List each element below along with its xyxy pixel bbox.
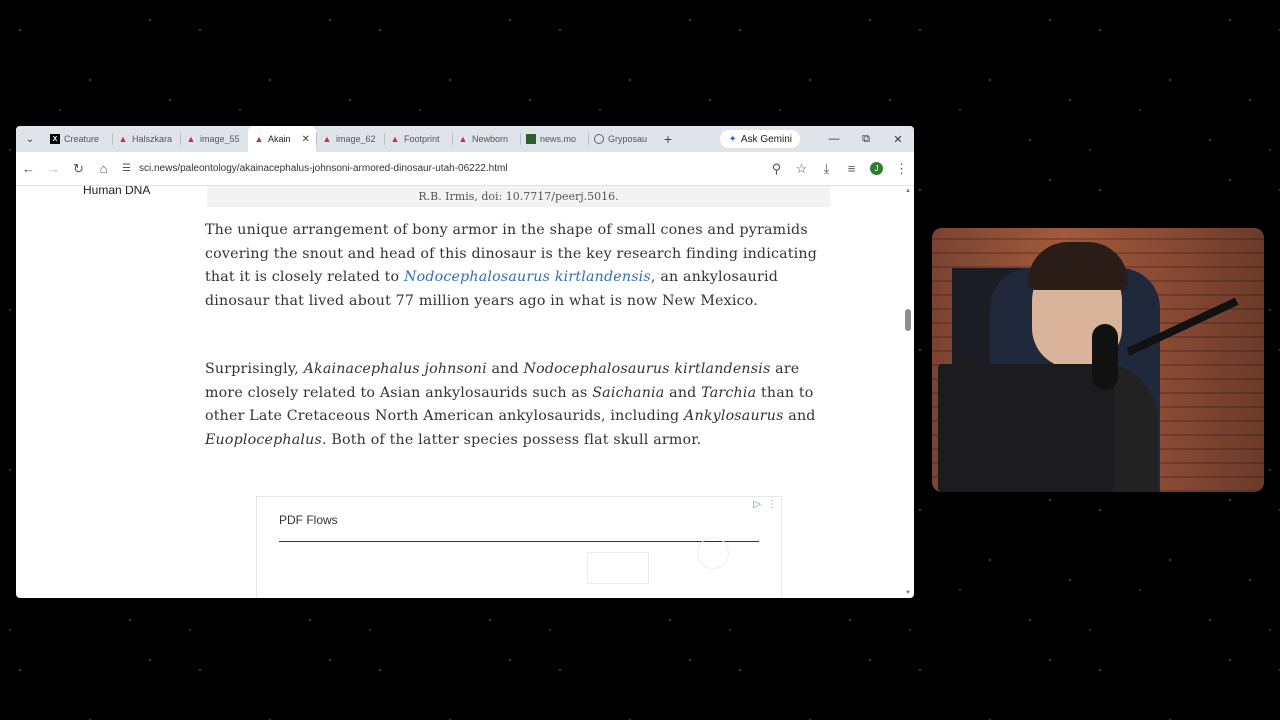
browser-toolbar: ← → ↻ ⌂ ☰ sci.news/paleontology/akainace… <box>16 152 914 186</box>
news-image-icon <box>526 134 536 144</box>
tab-title: image_62 <box>336 134 376 144</box>
species-name: Nodocephalosaurus kirtlandensis <box>523 361 771 377</box>
article-paragraph-1: The unique arrangement of bony armor in … <box>205 219 835 313</box>
ad-menu-icon[interactable]: ⋮ <box>767 499 777 510</box>
species-name: Ankylosaurus <box>684 408 784 425</box>
browser-window: ⌄ X Creature ▲ Halszkara ▲ image_55 ▲ Ak… <box>16 126 914 598</box>
paragraph-text: and <box>664 384 702 401</box>
sci-news-icon: ▲ <box>322 134 332 144</box>
ad-choices[interactable]: ▷ ⋮ <box>753 499 777 510</box>
figure-caption-text: R.B. Irmis, doi: 10.7717/peerj.5016. <box>418 190 619 203</box>
species-name: Tarchia <box>701 384 757 401</box>
zoom-icon[interactable]: ⚲ <box>764 161 789 177</box>
paragraph-text: . Both of the latter species possess fla… <box>321 431 702 448</box>
ad-graphic <box>697 537 729 569</box>
ask-gemini-button[interactable]: ✦ Ask Gemini <box>720 130 800 148</box>
tab-title: Footprint <box>404 134 440 144</box>
menu-kebab-icon[interactable]: ⋮ <box>889 161 914 177</box>
tab-title: Creature <box>64 134 100 144</box>
ask-gemini-label: Ask Gemini <box>740 133 792 145</box>
sci-news-icon: ▲ <box>118 134 128 144</box>
sci-news-icon: ▲ <box>186 134 196 144</box>
sci-news-icon: ▲ <box>390 134 400 144</box>
toolbar-actions: ⚲ ☆ ⤓ ≡ J ⋮ <box>764 161 914 177</box>
globe-icon <box>594 134 604 144</box>
tab-creature[interactable]: X Creature <box>44 126 112 152</box>
ad-divider <box>279 541 759 542</box>
close-window-icon[interactable]: ✕ <box>882 133 914 146</box>
nodocephalosaurus-link[interactable]: Nodocephalosaurus kirtlandensis <box>404 269 651 285</box>
tab-halszkara[interactable]: ▲ Halszkara <box>112 126 180 152</box>
sci-news-icon: ▲ <box>254 134 264 144</box>
bookmark-star-icon[interactable]: ☆ <box>789 161 814 177</box>
x-logo-icon: X <box>50 134 60 144</box>
species-name: Akainacephalus johnsoni <box>303 361 487 377</box>
tab-title: Akain <box>268 134 291 144</box>
close-tab-icon[interactable]: ✕ <box>302 134 310 145</box>
reading-list-icon[interactable]: ≡ <box>839 161 864 176</box>
monitor <box>938 364 1114 492</box>
page-content: Human DNA R.B. Irmis, doi: 10.7717/peerj… <box>16 186 914 598</box>
tab-search-dropdown-icon[interactable]: ⌄ <box>16 134 44 145</box>
url-text: sci.news/paleontology/akainacephalus-joh… <box>138 163 508 174</box>
tab-image-55[interactable]: ▲ image_55 <box>180 126 248 152</box>
tab-image-62[interactable]: ▲ image_62 <box>316 126 384 152</box>
tab-gryposau[interactable]: Gryposau <box>588 126 656 152</box>
webcam-overlay <box>932 228 1264 492</box>
advertisement-box[interactable]: PDF Flows ▷ ⋮ <box>256 496 782 598</box>
tab-title: Halszkara <box>132 134 173 144</box>
tab-title: image_55 <box>200 134 240 144</box>
ad-title: PDF Flows <box>279 513 338 527</box>
paragraph-text: and <box>486 361 524 377</box>
scrollbar-thumb[interactable] <box>905 309 911 331</box>
ad-play-icon[interactable]: ▷ <box>753 499 761 510</box>
tab-akain-active[interactable]: ▲ Akain ✕ <box>248 126 316 152</box>
paragraph-text: Surprisingly, <box>205 361 304 377</box>
forward-arrow-icon[interactable]: → <box>41 161 66 176</box>
tab-footprint[interactable]: ▲ Footprint <box>384 126 452 152</box>
ad-graphic <box>587 552 649 584</box>
species-name: Euoplocephalus <box>205 431 322 448</box>
tab-news-mo[interactable]: news.mo <box>520 126 588 152</box>
download-icon[interactable]: ⤓ <box>814 161 839 177</box>
tab-title: news.mo <box>540 134 577 144</box>
new-tab-plus-icon[interactable]: + <box>656 131 680 147</box>
tab-title: Gryposau <box>608 134 648 144</box>
microphone <box>1092 324 1118 390</box>
scroll-down-icon[interactable]: ▼ <box>904 590 912 596</box>
tab-title: Newborn <box>472 134 509 144</box>
figure-caption: R.B. Irmis, doi: 10.7717/peerj.5016. <box>207 186 830 207</box>
article-paragraph-2: Surprisingly, Akainacephalus johnsoni an… <box>205 358 835 452</box>
gemini-spark-icon: ✦ <box>728 133 737 145</box>
sidebar-link-human-dna[interactable]: Human DNA <box>83 186 150 197</box>
tab-newborn[interactable]: ▲ Newborn <box>452 126 520 152</box>
tab-strip: ⌄ X Creature ▲ Halszkara ▲ image_55 ▲ Ak… <box>16 126 914 152</box>
profile-avatar[interactable]: J <box>870 162 883 175</box>
species-name: Saichania <box>592 384 665 401</box>
restore-icon[interactable]: ⧉ <box>850 133 882 146</box>
page-scrollbar[interactable]: ▲ ▼ <box>904 186 912 598</box>
sci-news-icon: ▲ <box>458 134 468 144</box>
minimize-icon[interactable]: — <box>818 133 850 145</box>
home-icon[interactable]: ⌂ <box>91 161 116 176</box>
back-arrow-icon[interactable]: ← <box>16 161 41 176</box>
reload-icon[interactable]: ↻ <box>66 161 91 177</box>
address-bar[interactable]: ☰ sci.news/paleontology/akainacephalus-j… <box>122 156 758 181</box>
site-info-icon[interactable]: ☰ <box>122 163 131 174</box>
scroll-up-icon[interactable]: ▲ <box>904 188 912 194</box>
paragraph-text: and <box>783 408 816 425</box>
